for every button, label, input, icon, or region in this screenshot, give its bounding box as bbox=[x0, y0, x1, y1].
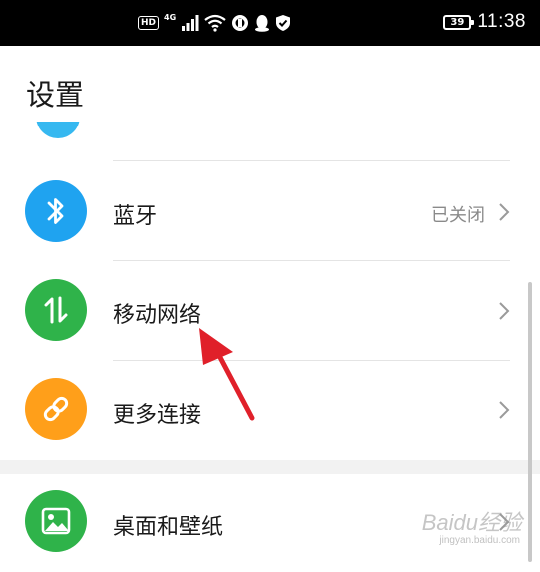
qq-icon bbox=[255, 15, 270, 32]
chevron-right-icon bbox=[499, 203, 510, 221]
status-time: 11:38 bbox=[477, 11, 526, 32]
page-title: 设置 bbox=[26, 78, 85, 112]
chevron-right-icon bbox=[499, 401, 510, 419]
divider bbox=[113, 260, 510, 261]
battery-icon: 39 bbox=[443, 14, 475, 30]
hd-badge: HD bbox=[138, 16, 160, 30]
chevron-right-icon bbox=[499, 302, 510, 320]
home-wallpaper-label: 桌面和壁纸 bbox=[113, 515, 224, 540]
watermark-logo: Baidu经验 bbox=[421, 510, 522, 535]
mobile-network-label: 移动网络 bbox=[113, 303, 202, 328]
bluetooth-icon bbox=[25, 180, 87, 242]
settings-item-more-connections[interactable]: 更多连接 bbox=[0, 362, 540, 460]
settings-item-bluetooth[interactable]: 蓝牙 已关闭 bbox=[0, 162, 540, 260]
partial-icon-bottom bbox=[36, 122, 80, 144]
signal-icon bbox=[182, 15, 199, 31]
more-connections-label: 更多连接 bbox=[113, 403, 202, 428]
app-notification-icon bbox=[232, 15, 249, 31]
wifi-icon bbox=[204, 14, 226, 32]
status-bar: HD 4G 39 11:38 bbox=[0, 0, 540, 46]
bluetooth-label: 蓝牙 bbox=[113, 204, 158, 229]
link-icon bbox=[25, 378, 87, 440]
section-separator bbox=[0, 460, 540, 474]
scrollbar[interactable] bbox=[528, 282, 532, 562]
status-icons: HD 4G bbox=[138, 12, 291, 34]
shield-check-icon bbox=[276, 15, 291, 31]
data-arrows-icon bbox=[25, 279, 87, 341]
network-type-label: 4G bbox=[164, 12, 177, 22]
divider bbox=[113, 360, 510, 361]
bluetooth-status: 已关闭 bbox=[431, 205, 485, 226]
divider bbox=[113, 160, 510, 161]
settings-item-mobile-network[interactable]: 移动网络 bbox=[0, 262, 540, 360]
watermark-url: jingyan.baidu.com bbox=[439, 535, 520, 546]
picture-icon bbox=[25, 490, 87, 552]
